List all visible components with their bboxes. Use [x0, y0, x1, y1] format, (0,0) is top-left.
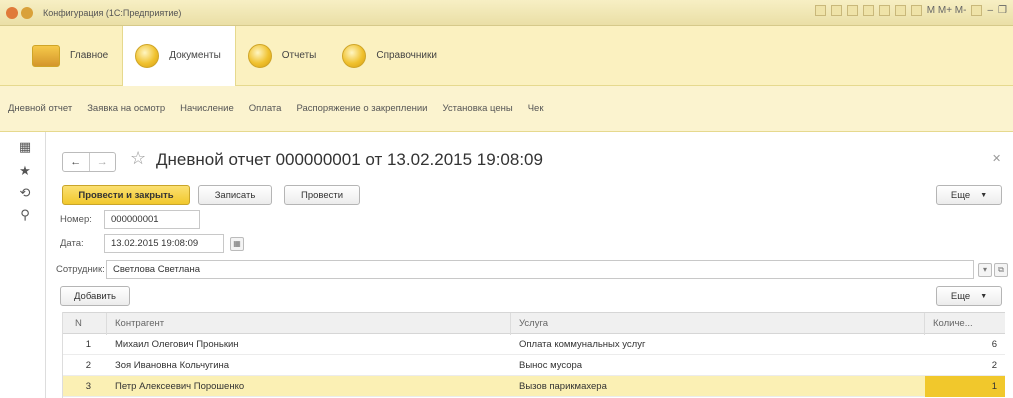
- info-icon[interactable]: [971, 5, 983, 16]
- func-accrual[interactable]: Начисление: [180, 103, 234, 114]
- minimize-button[interactable]: –: [987, 5, 993, 16]
- documents-icon: [135, 43, 160, 68]
- col-n[interactable]: N: [63, 313, 107, 335]
- calendar-picker-icon[interactable]: ▦: [230, 237, 244, 251]
- cell-contractor: Михаил Олегович Пронькин: [115, 339, 239, 350]
- post-and-close-button[interactable]: Провести и закрыть: [62, 185, 190, 205]
- document-form: ← → ☆ Дневной отчет 000000001 от 13.02.2…: [46, 132, 1013, 398]
- cell-n: 2: [85, 360, 91, 371]
- restore-button[interactable]: ❐: [998, 5, 1007, 16]
- calendar-icon[interactable]: [894, 5, 906, 16]
- calculator-icon[interactable]: [910, 5, 922, 16]
- chevron-down-icon: ▼: [980, 191, 988, 199]
- history-clock-icon[interactable]: ⟲: [18, 186, 32, 200]
- cell-service: Оплата коммунальных услуг: [519, 339, 646, 350]
- home-icon: [32, 44, 60, 67]
- reports-icon: [247, 43, 272, 68]
- nav-buttons: ← →: [62, 152, 116, 172]
- col-service[interactable]: Услуга: [511, 313, 925, 335]
- window-title: Конфигурация (1С:Предприятие): [43, 7, 182, 18]
- favorite-star-icon[interactable]: ☆: [130, 148, 146, 169]
- cell-n: 1: [85, 339, 91, 350]
- table-row-selected[interactable]: 3 Петр Алексеевич Порошенко Вызов парикм…: [63, 376, 1005, 397]
- add-row-button[interactable]: Добавить: [60, 286, 130, 306]
- cell-service: Вынос мусора: [519, 360, 583, 371]
- table-row[interactable]: 1 Михаил Олегович Пронькин Оплата коммун…: [63, 334, 1005, 355]
- history-icon[interactable]: [830, 5, 842, 16]
- save-button[interactable]: Записать: [198, 185, 272, 205]
- table-header: N Контрагент Услуга Количе...: [63, 312, 1005, 335]
- func-daily-report[interactable]: Дневной отчет: [8, 103, 72, 114]
- chevron-down-icon: ▼: [980, 292, 988, 300]
- cell-contractor: Петр Алексеевич Порошенко: [115, 381, 245, 392]
- section-main[interactable]: Главное: [0, 26, 122, 86]
- date-label: Дата:: [60, 238, 84, 249]
- dropdown-icon[interactable]: ▾: [978, 263, 992, 277]
- func-inspection-request[interactable]: Заявка на осмотр: [87, 103, 165, 114]
- favorites-star-icon[interactable]: ★: [18, 164, 32, 178]
- cell-quantity: 2: [991, 360, 997, 371]
- bookmark-icon[interactable]: [814, 5, 826, 16]
- cell-quantity: 6: [991, 339, 997, 350]
- section-label: Справочники: [376, 50, 437, 61]
- func-receipt[interactable]: Чек: [528, 103, 544, 114]
- cell-quantity: 1: [925, 376, 1005, 397]
- func-payment[interactable]: Оплата: [249, 103, 282, 114]
- function-bar: Дневной отчет Заявка на осмотр Начислени…: [0, 86, 1013, 132]
- catalogs-icon: [342, 43, 367, 68]
- title-bar: Конфигурация (1С:Предприятие) M M+ M- – …: [0, 0, 1013, 26]
- section-catalogs[interactable]: Справочники: [330, 26, 451, 86]
- more-button[interactable]: Еще ▼: [936, 185, 1002, 205]
- link-icon[interactable]: [846, 5, 858, 16]
- section-documents[interactable]: Документы: [122, 25, 236, 86]
- apps-grid-icon[interactable]: ▦: [18, 140, 32, 154]
- section-label: Отчеты: [281, 50, 317, 61]
- app-logo-icon: [6, 6, 18, 19]
- page-title: Дневной отчет 000000001 от 13.02.2015 19…: [156, 150, 543, 169]
- section-label: Документы: [169, 50, 221, 61]
- date-field[interactable]: 13.02.2015 19:08:09: [104, 234, 224, 253]
- col-quantity[interactable]: Количе...: [925, 313, 1005, 335]
- search-icon[interactable]: ⚲: [18, 208, 32, 222]
- number-field[interactable]: 000000001: [104, 210, 200, 229]
- title-bar-tools: M M+ M- – ❐: [814, 5, 1007, 16]
- print-icon[interactable]: [878, 5, 890, 16]
- more-label: Еще: [950, 189, 971, 201]
- favorites-icon[interactable]: [862, 5, 874, 16]
- main-menu-icon[interactable]: [21, 6, 33, 19]
- open-link-icon[interactable]: ⧉: [994, 263, 1008, 277]
- table-more-button[interactable]: Еще ▼: [936, 286, 1002, 306]
- cell-service: Вызов парикмахера: [519, 381, 607, 392]
- col-contractor[interactable]: Контрагент: [107, 313, 511, 335]
- forward-arrow-icon[interactable]: →: [88, 153, 116, 171]
- employee-label: Сотрудник:: [56, 264, 105, 275]
- cell-contractor: Зоя Ивановна Кольчугина: [115, 360, 230, 371]
- number-label: Номер:: [60, 214, 92, 225]
- memory-buttons[interactable]: M M+ M-: [927, 5, 967, 16]
- section-label: Главное: [70, 50, 109, 61]
- services-table: N Контрагент Услуга Количе... 1 Михаил О…: [62, 312, 1005, 398]
- back-arrow-icon[interactable]: ←: [63, 153, 89, 171]
- cell-n: 3: [85, 381, 91, 392]
- post-button[interactable]: Провести: [284, 185, 360, 205]
- table-row[interactable]: 2 Зоя Ивановна Кольчугина Вынос мусора 2: [63, 355, 1005, 376]
- section-reports[interactable]: Отчеты: [236, 26, 331, 86]
- employee-field[interactable]: Светлова Светлана: [106, 260, 974, 279]
- func-assignment-order[interactable]: Распоряжение о закреплении: [296, 103, 427, 114]
- left-toolbar: ▦ ★ ⟲ ⚲: [0, 132, 46, 398]
- func-price-setting[interactable]: Установка цены: [442, 103, 512, 114]
- more-label: Еще: [950, 290, 971, 302]
- close-icon[interactable]: ✕: [992, 152, 1001, 165]
- sections-panel: Главное Документы Отчеты Справочники: [0, 25, 1013, 86]
